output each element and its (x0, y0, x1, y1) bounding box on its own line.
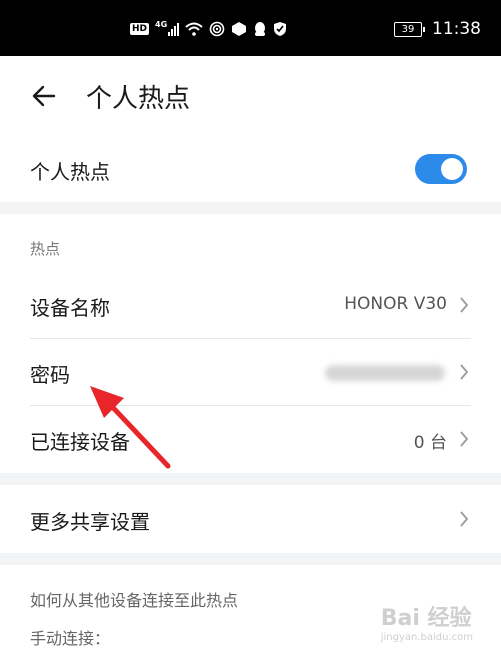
hotspot-switch[interactable] (415, 154, 467, 184)
switch-knob (441, 158, 463, 180)
connected-devices-label: 已连接设备 (30, 430, 130, 454)
signal-icon (168, 22, 180, 36)
section-title-hotspot: 热点 (30, 240, 61, 258)
help-title: 如何从其他设备连接至此热点 (30, 591, 239, 610)
battery-icon: 39 (394, 21, 425, 37)
network-type: 4G (155, 19, 168, 29)
back-arrow-icon[interactable] (30, 82, 58, 110)
connected-devices-value: 0 台 (413, 433, 447, 453)
password-label: 密码 (30, 363, 70, 387)
watermark-logo: Bai 经验 (380, 606, 472, 631)
clock: 11:38 (432, 19, 481, 39)
device-name-row[interactable]: 设备名称 HONOR V30 (0, 270, 501, 338)
password-value-obscured (325, 365, 445, 381)
connected-devices-row[interactable]: 已连接设备 0 台 (0, 406, 501, 472)
chevron-right-icon (460, 364, 469, 380)
hotspot-icon (209, 21, 225, 37)
more-sharing-settings-row[interactable]: 更多共享设置 (0, 486, 501, 552)
status-icons: HD 4G (130, 20, 287, 38)
chevron-right-icon (460, 431, 469, 447)
help-manual-connect: 手动连接： (30, 629, 111, 648)
app-icon (232, 22, 247, 36)
section-gap (0, 473, 501, 485)
hotspot-toggle-label: 个人热点 (30, 160, 110, 184)
hd-badge: HD (130, 23, 150, 35)
device-name-value: HONOR V30 (344, 294, 447, 314)
more-sharing-settings-label: 更多共享设置 (30, 510, 150, 534)
status-bar: HD 4G 39 11:38 (0, 0, 501, 56)
app-header: 个人热点 (0, 56, 501, 140)
watermark-url: jingyan.baidu.com (380, 632, 473, 643)
hotspot-toggle-row[interactable]: 个人热点 (0, 140, 501, 200)
chevron-right-icon (460, 297, 469, 313)
watermark: Bai 经验 jingyan.baidu.com (381, 600, 473, 643)
chevron-right-icon (460, 511, 469, 527)
section-gap (0, 202, 501, 214)
wifi-icon (185, 22, 203, 36)
password-row[interactable]: 密码 (0, 339, 501, 405)
device-name-label: 设备名称 (30, 296, 110, 320)
shield-icon (274, 22, 287, 36)
page-title: 个人热点 (86, 84, 191, 114)
section-gap (0, 553, 501, 565)
qq-icon (255, 22, 266, 36)
